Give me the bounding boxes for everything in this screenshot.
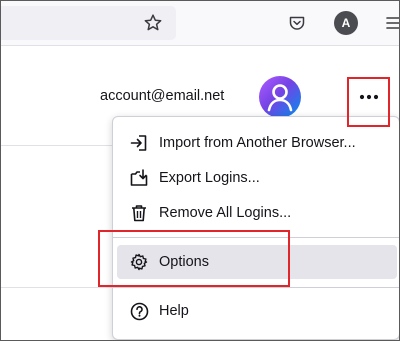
logins-options-menu: Import from Another Browser... Export Lo…: [112, 116, 400, 340]
menu-item-remove-all[interactable]: Remove All Logins...: [117, 197, 397, 229]
menu-item-export[interactable]: Export Logins...: [117, 162, 397, 194]
menu-item-label: Help: [159, 303, 189, 319]
account-icon[interactable]: A: [334, 11, 358, 35]
trash-icon: [129, 203, 149, 223]
user-icon: [267, 84, 293, 112]
menu-item-import[interactable]: Import from Another Browser...: [117, 127, 397, 159]
pocket-icon[interactable]: [284, 9, 310, 37]
browser-toolbar: A: [0, 0, 400, 46]
menu-item-label: Import from Another Browser...: [159, 135, 356, 151]
export-icon: [129, 168, 149, 188]
page-divider: [0, 145, 120, 146]
star-icon[interactable]: [140, 9, 166, 37]
help-icon: [129, 301, 149, 321]
menu-item-label: Remove All Logins...: [159, 205, 292, 221]
menu-item-label: Export Logins...: [159, 170, 260, 186]
menu-separator: [113, 287, 399, 288]
import-icon: [129, 133, 149, 153]
highlight-options: [98, 230, 290, 287]
account-initial: A: [341, 16, 351, 30]
avatar[interactable]: [259, 76, 301, 118]
account-email: account@email.net: [100, 88, 225, 104]
menu-item-help[interactable]: Help: [117, 295, 397, 327]
hamburger-menu-icon[interactable]: [382, 11, 400, 35]
page-divider: [0, 287, 120, 288]
highlight-more-button: [347, 77, 390, 127]
